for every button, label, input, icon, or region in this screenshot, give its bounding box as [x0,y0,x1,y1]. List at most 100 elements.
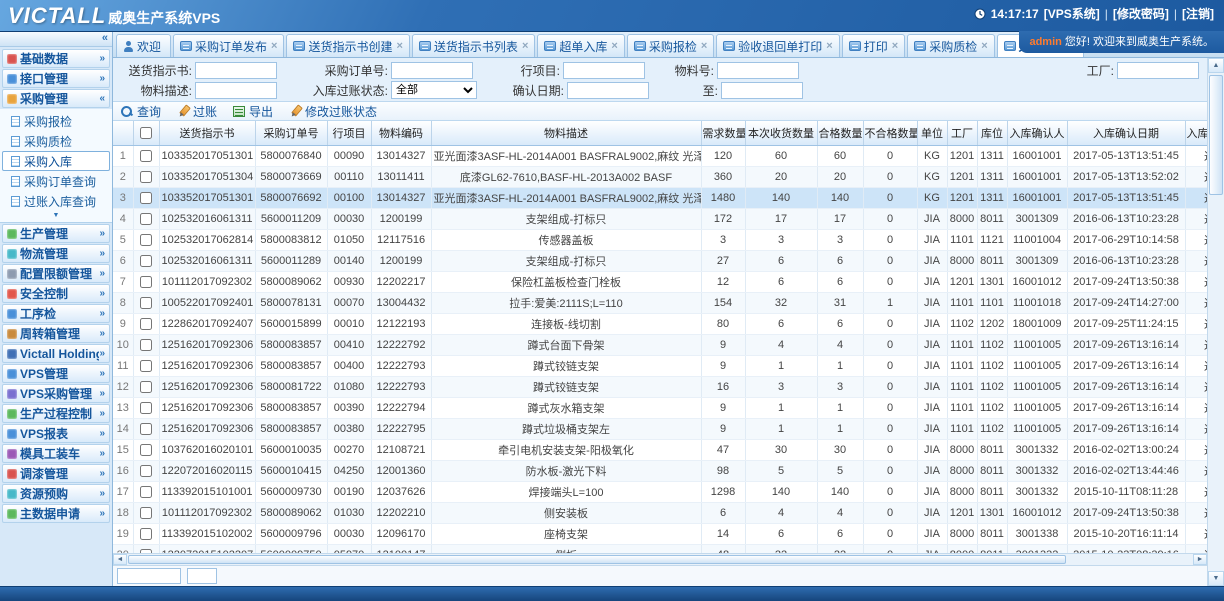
tab-quality-check[interactable]: 采购质检× [907,34,994,57]
sidebar-item-purchase-inspection[interactable]: 采购报检 [2,111,110,131]
row-checkbox[interactable] [140,360,152,372]
select-all-checkbox[interactable] [140,127,152,139]
sidebar-group-container[interactable]: 周转箱管理» [2,324,110,343]
tab-delivery-note-list[interactable]: 送货指示书列表× [412,34,535,57]
post-button[interactable]: 过账 [177,103,217,120]
close-icon[interactable]: × [826,40,832,52]
row-checkbox[interactable] [140,213,152,225]
close-icon[interactable]: × [271,40,277,52]
query-button[interactable]: 查询 [121,103,161,120]
row-checkbox[interactable] [140,150,152,162]
table-row[interactable]: 210335201705130458000736690011013011411底… [113,166,1207,187]
table-row[interactable]: 710111201709230258000890620093012202217保… [113,271,1207,292]
row-checkbox[interactable] [140,507,152,519]
close-icon[interactable]: × [892,40,898,52]
table-row[interactable]: 41025320160613115600011209000301200199支架… [113,208,1207,229]
h-scroll-thumb[interactable] [128,555,1066,564]
sidebar-item-po-query[interactable]: 采购订单查询 [2,171,110,191]
change-password-link[interactable]: [修改密码] [1113,5,1169,22]
tab-purchase-inspection[interactable]: 采购报检× [627,34,714,57]
sidebar-item-posting-query[interactable]: 过账入库查询 [2,191,110,211]
row-checkbox[interactable] [140,423,152,435]
sidebar-group-interface[interactable]: 接口管理» [2,69,110,88]
tab-delivery-note-create[interactable]: 送货指示书创建× [286,34,409,57]
tab-over-receipt[interactable]: 超单入库× [537,34,624,57]
row-checkbox[interactable] [140,276,152,288]
table-row[interactable]: 1911339201510200256000097960003012096170… [113,523,1207,544]
tab-welcome[interactable]: 欢迎 [116,34,171,57]
sidebar-group-production[interactable]: 生产管理» [2,224,110,243]
table-row[interactable]: 61025320160613115600011289001401200199支架… [113,250,1207,271]
row-checkbox[interactable] [140,528,152,540]
sidebar-group-mold[interactable]: 模具工装车» [2,444,110,463]
logout-link[interactable]: [注销] [1182,5,1214,22]
vps-system-link[interactable]: [VPS系统] [1044,5,1100,22]
table-row[interactable]: 1012516201709230658000838570041012222792… [113,334,1207,355]
tab-print[interactable]: 打印× [842,34,905,57]
row-checkbox[interactable] [140,234,152,246]
row-checkbox[interactable] [140,171,152,183]
sidebar-item-purchase-inbound[interactable]: 采购入库 [2,151,110,171]
confirm-date-to-input[interactable] [721,82,803,99]
sidebar-group-victall-holding[interactable]: Victall Holding» [2,344,110,363]
table-row[interactable]: 510253201706281458000838120105012117516传… [113,229,1207,250]
table-row[interactable]: 810052201709240158000781310007013004432拉… [113,292,1207,313]
posting-status-select[interactable]: 全部 [391,81,477,99]
sidebar-item-quality-check[interactable]: 采购质检 [2,131,110,151]
table-row[interactable]: 310335201705130158000766920010013014327亚… [113,187,1207,208]
v-scroll-thumb[interactable] [1209,75,1223,195]
table-row[interactable]: 1612207201602011556000104150425012001360… [113,460,1207,481]
table-row[interactable]: 1312516201709230658000838570039012222794… [113,397,1207,418]
table-row[interactable]: 1810111201709230258000890620103012202210… [113,502,1207,523]
close-icon[interactable]: × [701,40,707,52]
export-button[interactable]: 导出 [233,103,273,120]
page-size-box[interactable] [117,568,181,584]
row-checkbox[interactable] [140,318,152,330]
sidebar-group-vps-purchase[interactable]: VPS采购管理» [2,384,110,403]
row-checkbox[interactable] [140,339,152,351]
table-row[interactable]: 912286201709240756000158990001012122193连… [113,313,1207,334]
row-checkbox[interactable] [140,465,152,477]
scroll-down-icon[interactable]: ▼ [1208,571,1224,586]
sidebar-collapse-bar[interactable]: « [0,32,112,47]
po-number-input[interactable] [391,62,473,79]
row-checkbox[interactable] [140,402,152,414]
tab-po-publish[interactable]: 采购订单发布× [173,34,284,57]
table-row[interactable]: 1510376201602010156000100350027012108721… [113,439,1207,460]
table-row[interactable]: 1112516201709230658000838570040012222793… [113,355,1207,376]
sidebar-group-paint[interactable]: 调漆管理» [2,464,110,483]
collapse-icon[interactable]: « [102,32,108,44]
vertical-scrollbar[interactable]: ▲ ▼ [1207,58,1224,586]
scroll-left-icon[interactable]: ◄ [113,554,127,565]
confirm-date-from-input[interactable] [567,82,649,99]
table-row[interactable]: 110335201705130158000768400009013014327亚… [113,145,1207,166]
close-icon[interactable]: × [396,40,402,52]
page-input[interactable] [187,568,217,584]
row-checkbox[interactable] [140,255,152,267]
row-checkbox[interactable] [140,297,152,309]
scroll-down-icon[interactable]: ▼ [0,211,112,221]
row-checkbox[interactable] [140,486,152,498]
close-icon[interactable]: × [611,40,617,52]
sidebar-group-production-control[interactable]: 生产过程控制» [2,404,110,423]
sidebar-group-vps-report[interactable]: VPS报表» [2,424,110,443]
row-checkbox[interactable] [140,444,152,456]
table-row[interactable]: 2012207201510220756000097500597012100147… [113,544,1207,553]
line-item-input[interactable] [563,62,645,79]
sidebar-group-master-data[interactable]: 主数据申请» [2,504,110,523]
sidebar-group-vps[interactable]: VPS管理» [2,364,110,383]
table-row[interactable]: 1711339201510100156000097300019012037626… [113,481,1207,502]
plant-input[interactable] [1117,62,1199,79]
scroll-right-icon[interactable]: ► [1193,554,1207,565]
close-icon[interactable]: × [522,40,528,52]
material-desc-input[interactable] [195,82,277,99]
modify-posting-status-button[interactable]: 修改过账状态 [289,103,377,120]
close-icon[interactable]: × [981,40,987,52]
sidebar-group-resource[interactable]: 资源预购» [2,484,110,503]
sidebar-group-security[interactable]: 安全控制» [2,284,110,303]
material-number-input[interactable] [717,62,799,79]
table-row[interactable]: 1212516201709230658000817220108012222793… [113,376,1207,397]
h-scroll-track[interactable] [127,554,1193,565]
row-checkbox[interactable] [140,192,152,204]
table-row[interactable]: 1412516201709230658000838570038012222795… [113,418,1207,439]
